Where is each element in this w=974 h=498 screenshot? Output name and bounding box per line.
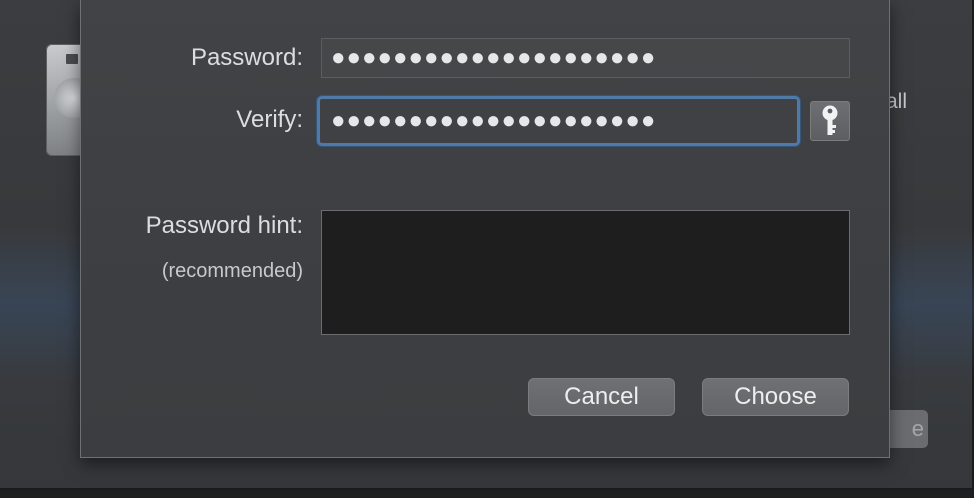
verify-field[interactable]: ●●●●●●●●●●●●●●●●●●●●● xyxy=(317,96,800,146)
key-icon xyxy=(822,105,838,135)
password-assistant-button[interactable] xyxy=(810,101,850,141)
password-dialog-sheet: Password: ●●●●●●●●●●●●●●●●●●●●● Verify: … xyxy=(80,0,890,458)
background-partial-button-label: e xyxy=(911,416,924,441)
cancel-button[interactable]: Cancel xyxy=(528,378,675,416)
password-field[interactable]: ●●●●●●●●●●●●●●●●●●●●● xyxy=(321,38,850,78)
choose-button[interactable]: Choose xyxy=(702,378,849,416)
password-hint-sublabel: (recommended) xyxy=(161,260,303,282)
screen: all e Password: ●●●●●●●●●●●●●●●●●●●●● Ve… xyxy=(0,0,974,498)
verify-label: Verify: xyxy=(236,106,303,133)
password-label: Password: xyxy=(190,44,303,71)
password-hint-label: Password hint: xyxy=(145,212,303,239)
password-hint-input[interactable] xyxy=(321,210,850,335)
drive-label-mark xyxy=(66,54,78,64)
